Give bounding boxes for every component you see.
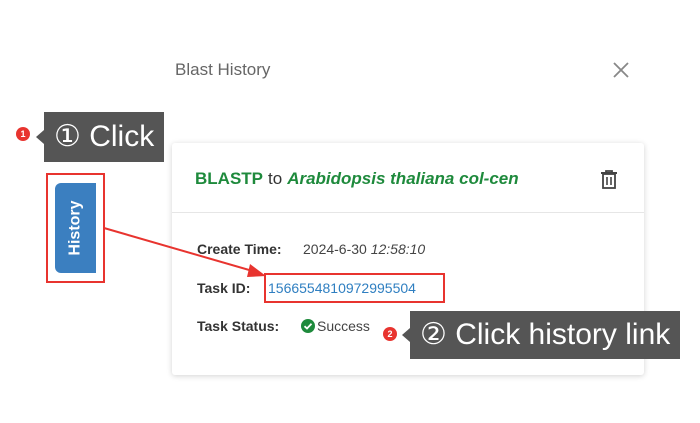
create-date: 2024-6-30 <box>303 241 367 257</box>
target-species: Arabidopsis thaliana col-cen <box>287 169 519 188</box>
trash-icon[interactable] <box>598 168 620 190</box>
dialog-title: Blast History <box>175 60 271 79</box>
task-id-highlight <box>264 273 445 303</box>
create-time-value: 2024-6-30 12:58:10 <box>303 241 425 257</box>
history-tab-highlight <box>46 173 105 283</box>
check-circle-icon <box>301 319 315 333</box>
callout-step-2: ② Click history link <box>410 311 681 359</box>
card-divider <box>172 212 644 213</box>
task-status-label: Task Status: <box>197 318 280 334</box>
task-status-value: Success <box>317 318 370 334</box>
callout-1-pointer <box>36 130 44 144</box>
callout-2-pointer <box>402 328 410 342</box>
create-clock-time: 12:58:10 <box>370 241 426 257</box>
card-title: BLASTP to Arabidopsis thaliana col-cen <box>195 169 519 189</box>
title-connector: to <box>268 169 283 188</box>
task-id-label: Task ID: <box>197 280 251 296</box>
step-1-badge: 1 <box>16 127 30 141</box>
callout-step-1: ① Click <box>44 112 165 162</box>
blast-program: BLASTP <box>195 169 263 188</box>
create-time-label: Create Time: <box>197 241 282 257</box>
close-icon[interactable] <box>612 61 630 79</box>
step-2-badge: 2 <box>383 327 397 341</box>
